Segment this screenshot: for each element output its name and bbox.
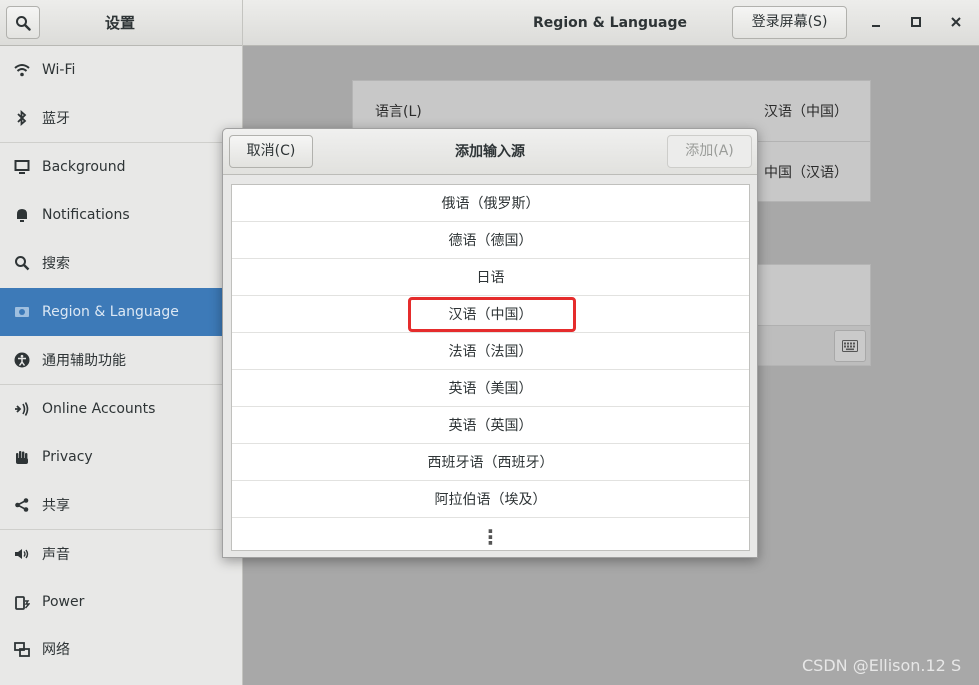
sidebar-item-label: Privacy (42, 449, 93, 465)
add-button[interactable]: 添加(A) (667, 135, 752, 168)
sidebar-item-sharing[interactable]: 共享 (0, 481, 242, 529)
sidebar-item-label: Wi-Fi (42, 62, 76, 78)
sidebar-item-bluetooth[interactable]: 蓝牙 (0, 94, 242, 142)
network-icon (14, 641, 30, 657)
sidebar-item-label: 网络 (42, 642, 70, 658)
list-item[interactable]: 阿拉伯语（埃及） (232, 481, 749, 518)
sidebar-item-privacy[interactable]: Privacy (0, 433, 242, 481)
list-item[interactable]: 西班牙语（西班牙） (232, 444, 749, 481)
more-vertical-icon: ⋮ (480, 524, 501, 549)
keyboard-icon (842, 340, 858, 352)
list-item[interactable]: 法语（法国） (232, 333, 749, 370)
formats-value: 中国（汉语） (764, 165, 848, 181)
search-icon (16, 15, 31, 31)
sidebar-item-label: Notifications (42, 207, 130, 223)
search-button[interactable] (6, 6, 40, 39)
language-label: 语言(L) (375, 104, 422, 120)
page-title: Region & Language (533, 15, 687, 31)
sidebar-item-wifi[interactable]: Wi-Fi (0, 46, 242, 94)
list-item[interactable]: 德语（德国） (232, 222, 749, 259)
sidebar-item-accessibility[interactable]: 通用辅助功能 (0, 336, 242, 384)
app-title: 设置 (104, 14, 135, 32)
sidebar-item-label: Online Accounts (42, 401, 156, 417)
keyboard-layout-button[interactable] (834, 330, 866, 362)
maximize-button[interactable] (904, 10, 928, 34)
privacy-hand-icon (14, 449, 30, 465)
sidebar-item-label: 搜索 (42, 256, 70, 272)
language-value: 汉语（中国） (764, 104, 848, 120)
maximize-icon (911, 17, 921, 27)
sidebar-item-label: 声音 (42, 547, 70, 563)
sidebar-item-label: Background (42, 159, 126, 175)
share-icon (14, 497, 30, 513)
sidebar-item-network[interactable]: 网络 (0, 625, 242, 673)
cancel-button[interactable]: 取消(C) (229, 135, 313, 168)
speaker-icon (14, 546, 30, 562)
search-icon (14, 255, 30, 271)
bell-icon (14, 207, 30, 223)
sidebar-item-power[interactable]: Power (0, 578, 242, 626)
minimize-icon (872, 25, 880, 27)
dialog-header: 取消(C) 添加输入源 添加(A) (223, 129, 757, 175)
sidebar-item-notifications[interactable]: Notifications (0, 191, 242, 239)
sidebar-item-online-accounts[interactable]: Online Accounts (0, 385, 242, 433)
close-icon (951, 17, 961, 27)
region-icon (14, 304, 30, 320)
show-more-button[interactable]: ⋮ (232, 518, 749, 555)
minimize-button[interactable] (864, 10, 888, 34)
input-source-list: 俄语（俄罗斯） 德语（德国） 日语 汉语（中国） 法语（法国） 英语（美国） 英… (231, 184, 750, 551)
list-item[interactable]: 英语（英国） (232, 407, 749, 444)
sidebar-item-label: 通用辅助功能 (42, 353, 126, 369)
close-button[interactable] (944, 10, 968, 34)
list-item[interactable]: 俄语（俄罗斯） (232, 185, 749, 222)
sidebar-item-label: Region & Language (42, 304, 179, 320)
sidebar-item-label: 共享 (42, 498, 70, 514)
dialog-title: 添加输入源 (455, 144, 525, 160)
sidebar-item-region-language[interactable]: Region & Language (0, 288, 242, 336)
add-input-source-dialog: 取消(C) 添加输入源 添加(A) 俄语（俄罗斯） 德语（德国） 日语 汉语（中… (222, 128, 758, 558)
watermark: CSDN @Ellison.12 S (802, 656, 962, 675)
login-screen-button[interactable]: 登录屏幕(S) (732, 6, 847, 39)
power-icon (14, 594, 30, 610)
list-item[interactable]: 汉语（中国） (232, 296, 749, 333)
online-accounts-icon (14, 401, 30, 417)
sidebar-item-label: 蓝牙 (42, 111, 70, 127)
list-item[interactable]: 日语 (232, 259, 749, 296)
background-icon (14, 159, 30, 175)
sidebar-item-search[interactable]: 搜索 (0, 239, 242, 287)
header-bar: 设置 Region & Language 登录屏幕(S) (0, 0, 979, 46)
sidebar-item-label: Power (42, 594, 85, 610)
sidebar: Wi-Fi 蓝牙 Background Notifications 搜索 Reg… (0, 46, 243, 685)
sidebar-item-background[interactable]: Background (0, 143, 242, 191)
list-item[interactable]: 英语（美国） (232, 370, 749, 407)
bluetooth-icon (14, 110, 30, 126)
accessibility-icon (14, 352, 30, 368)
wifi-icon (14, 62, 30, 78)
sidebar-header: 设置 (0, 0, 243, 46)
sidebar-item-sound[interactable]: 声音 (0, 530, 242, 578)
